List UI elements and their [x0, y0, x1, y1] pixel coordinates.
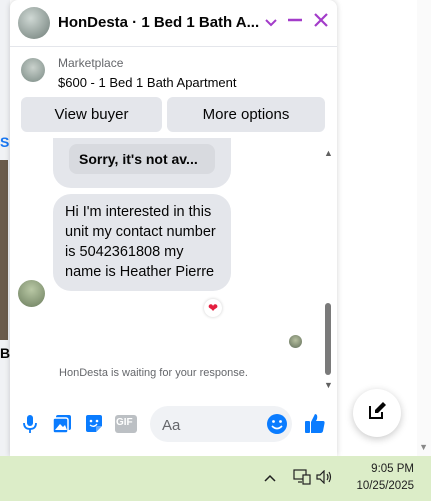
message-list: Sorry, it's not av... Hi I'm interested …: [10, 138, 337, 394]
seen-indicator-avatar: [289, 335, 302, 348]
sticker-icon[interactable]: [82, 412, 106, 436]
listing-thumbnail[interactable]: [21, 58, 45, 82]
minimize-icon[interactable]: [287, 12, 303, 32]
view-buyer-button[interactable]: View buyer: [21, 97, 162, 132]
chevron-down-icon[interactable]: [265, 12, 277, 32]
scroll-down-arrow-icon[interactable]: ▼: [419, 442, 428, 452]
avatar[interactable]: [18, 7, 50, 39]
quoted-reply-text: Sorry, it's not av...: [79, 151, 198, 167]
background-text-fragment: S: [0, 134, 10, 150]
scrollbar-thumb[interactable]: [325, 303, 331, 375]
message-input-container[interactable]: [150, 406, 292, 442]
clock-date[interactable]: 10/25/2025: [340, 480, 414, 492]
photo-icon[interactable]: [50, 412, 74, 436]
gif-icon[interactable]: GIF: [114, 412, 138, 436]
message-composer: GIF: [10, 400, 337, 450]
new-message-button[interactable]: [353, 389, 401, 437]
thumbs-up-icon[interactable]: [304, 412, 326, 439]
marketplace-listing: Marketplace $600 - 1 Bed 1 Bath Apartmen…: [10, 47, 337, 137]
background-photo: [0, 160, 8, 340]
volume-icon[interactable]: [316, 469, 334, 489]
microphone-icon[interactable]: [18, 412, 42, 436]
incoming-message[interactable]: Hi I'm interested in this unit my contac…: [53, 194, 231, 291]
message-input[interactable]: [160, 414, 264, 436]
listing-source: Marketplace: [58, 56, 124, 70]
more-options-button[interactable]: More options: [167, 97, 325, 132]
chat-scrollbar[interactable]: ▲ ▼: [323, 148, 333, 390]
chevron-up-icon[interactable]: [264, 470, 276, 486]
listing-title[interactable]: $600 - 1 Bed 1 Bath Apartment: [58, 75, 237, 90]
previous-message[interactable]: Sorry, it's not av...: [53, 138, 231, 188]
page-scrollbar[interactable]: ▼: [417, 0, 431, 456]
gif-label: GIF: [116, 417, 133, 428]
waiting-status: HonDesta is waiting for your response.: [59, 367, 248, 379]
heart-reaction-icon[interactable]: ❤: [204, 299, 222, 317]
network-icon[interactable]: [293, 469, 311, 490]
chat-title[interactable]: HonDesta · 1 Bed 1 Bath A...: [58, 14, 259, 31]
background-page: S B: [0, 0, 10, 456]
scroll-up-arrow-icon[interactable]: ▲: [324, 148, 333, 158]
compose-icon: [367, 401, 387, 426]
chat-window: HonDesta · 1 Bed 1 Bath A... Marketplace…: [10, 0, 337, 456]
emoji-icon[interactable]: [266, 413, 288, 435]
quoted-reply[interactable]: Sorry, it's not av...: [69, 144, 215, 174]
scroll-down-arrow-icon[interactable]: ▼: [324, 380, 333, 390]
system-taskbar: 9:05 PM 10/25/2025: [0, 456, 431, 501]
message-text: Hi I'm interested in this unit my contac…: [65, 204, 216, 280]
chat-header[interactable]: HonDesta · 1 Bed 1 Bath A...: [10, 0, 337, 47]
avatar[interactable]: [18, 280, 45, 307]
clock-time[interactable]: 9:05 PM: [346, 463, 414, 475]
background-text-fragment: B: [0, 345, 11, 361]
close-icon[interactable]: [313, 12, 329, 32]
